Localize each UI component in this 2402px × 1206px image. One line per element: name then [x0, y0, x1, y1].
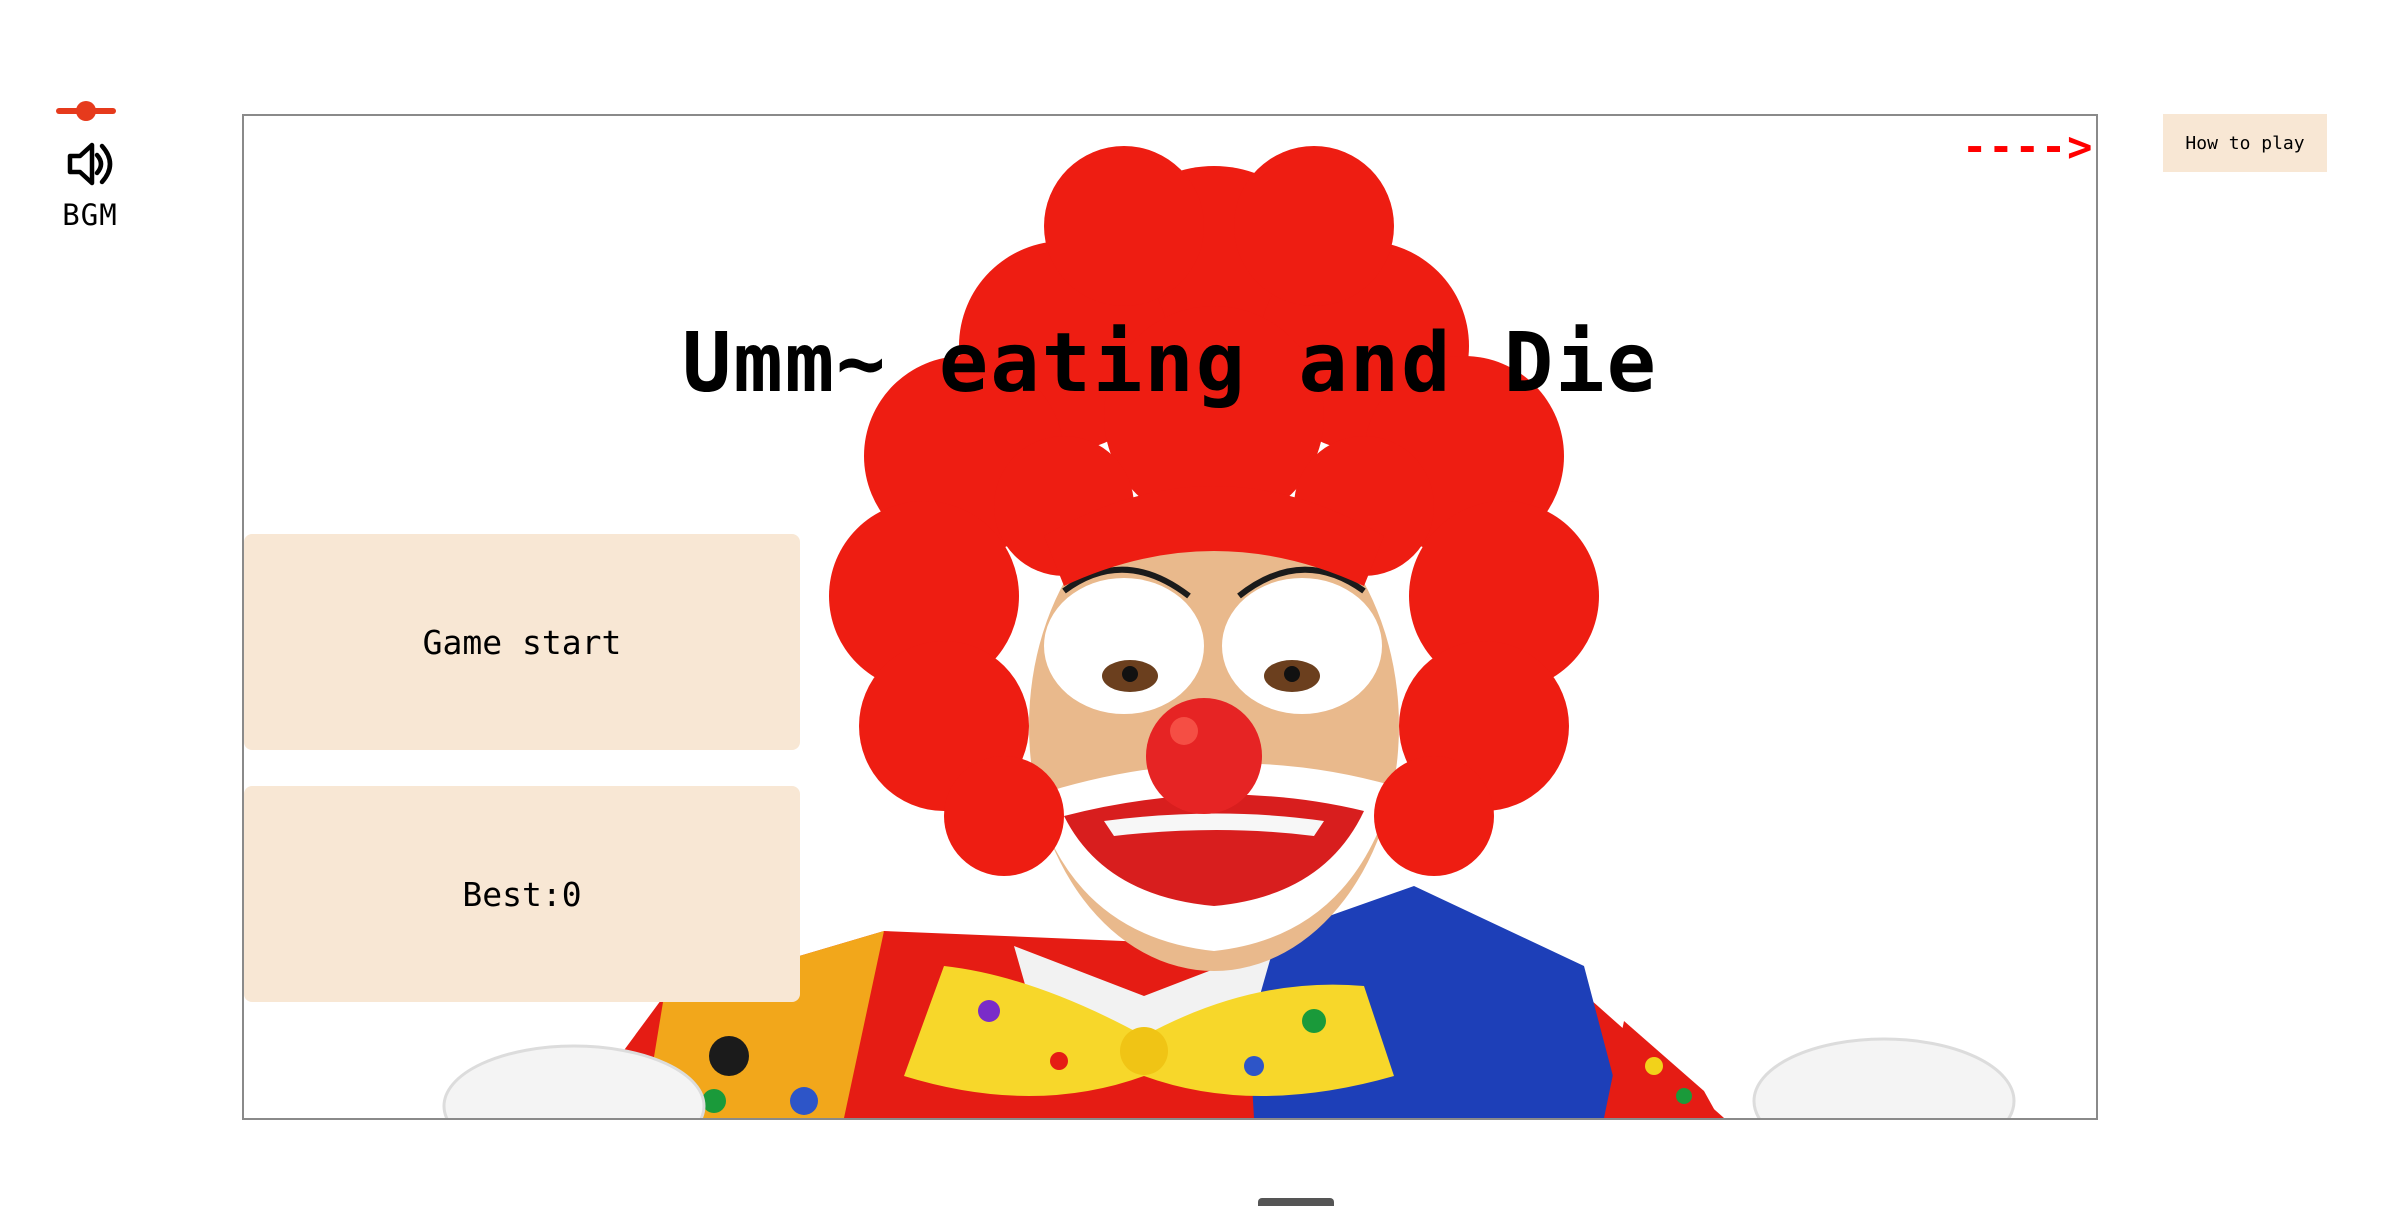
bottom-tab-handle[interactable]	[1258, 1198, 1334, 1206]
page-root: BGM ----> Umm~ eating and Die Game start…	[0, 0, 2402, 1206]
arrow-hint: ---->	[1962, 122, 2094, 171]
game-title: Umm~ eating and Die	[682, 316, 1658, 411]
game-frame: ----> Umm~ eating and Die Game start Bes…	[242, 114, 2098, 1120]
best-score-button[interactable]: Best:0	[244, 786, 800, 1002]
speaker-icon[interactable]	[62, 136, 118, 192]
how-to-play-button[interactable]: How to play	[2163, 114, 2327, 172]
bgm-label: BGM	[62, 198, 118, 232]
game-start-button[interactable]: Game start	[244, 534, 800, 750]
bgm-control: BGM	[48, 96, 132, 246]
bgm-volume-slider[interactable]	[56, 101, 116, 121]
bgm-volume-knob[interactable]	[76, 101, 96, 121]
